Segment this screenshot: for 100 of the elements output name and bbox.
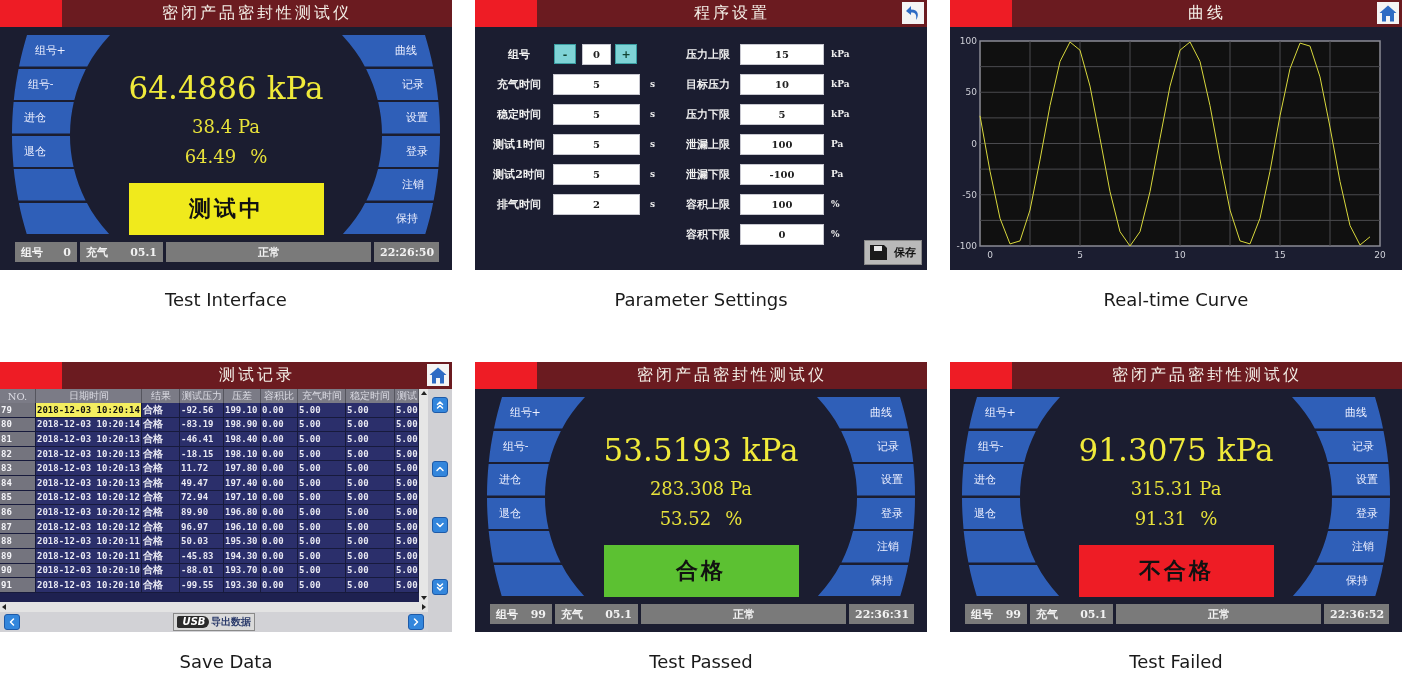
field-label: 排气时间 (496, 196, 542, 212)
header-block (0, 0, 62, 27)
field-label: 测试2时间 (492, 166, 546, 182)
pressure-value: 91.3075 kPa (1078, 431, 1274, 470)
table-cell: 89.90 (180, 505, 224, 520)
table-cell: 2018-12-03 10:20:13 (36, 432, 142, 447)
decrement-button[interactable]: - (554, 44, 576, 64)
table-cell: 5.00 (346, 461, 395, 476)
input-field[interactable]: 2 (553, 193, 640, 215)
scrollbar[interactable] (0, 602, 428, 612)
screen-title: 密闭产品密封性测试仪 (1112, 365, 1302, 386)
caption: Test Interface (165, 289, 287, 311)
table-cell: 5.00 (298, 432, 346, 447)
input-field[interactable]: -100 (740, 163, 824, 185)
table-cell: 83 (0, 461, 36, 476)
unit-label: s (650, 199, 656, 209)
scrollbar[interactable] (419, 389, 428, 602)
table-cell: 199.10 (224, 403, 261, 418)
field-label: 组号 (496, 606, 518, 622)
column-header: 压差 (224, 389, 261, 403)
difference-value: 283.308 Pa (649, 478, 753, 500)
header-block (475, 362, 537, 389)
tick-label: -100 (956, 241, 977, 251)
export-button[interactable]: USB 导出数据 (172, 613, 256, 631)
table-cell: 5.00 (298, 534, 346, 549)
unit-label: % (831, 199, 840, 209)
tick-label: 100 (959, 36, 977, 46)
scroll-down-button[interactable] (432, 517, 448, 533)
pressure-value: 53.5193 kPa (603, 431, 799, 470)
unit-label: % (831, 229, 840, 239)
field-label: 稳定时间 (496, 106, 542, 122)
input-field[interactable]: 5 (553, 103, 640, 125)
pressure-value: 64.4886 kPa (128, 69, 324, 108)
result-indicator: 测试中 (128, 183, 324, 235)
tick-label: 10 (1174, 250, 1186, 260)
status-text: 正常 (257, 244, 280, 260)
table-cell: 5.00 (346, 505, 395, 520)
back-button[interactable] (902, 2, 924, 24)
table-cell: 5.00 (346, 403, 395, 418)
screen-title: 密闭产品密封性测试仪 (162, 3, 352, 24)
field-value: 05.1 (130, 245, 157, 259)
field-label: 泄漏上限 (685, 136, 731, 152)
table-cell: 0.00 (261, 505, 298, 520)
table-cell: 5.00 (298, 505, 346, 520)
input-field[interactable]: 0 (740, 223, 824, 245)
tick-label: 50 (965, 87, 977, 98)
scroll-bottom-button[interactable] (432, 579, 448, 595)
field-label: 充气时间 (496, 76, 542, 92)
table-cell: 11.72 (180, 461, 224, 476)
tick-label: 5 (1077, 250, 1083, 260)
home-button[interactable] (1377, 2, 1399, 24)
table-cell: 5.00 (298, 461, 346, 476)
table-cell: 5.00 (298, 403, 346, 418)
column-header: 日期时间 (36, 389, 142, 403)
field-label: 目标压力 (685, 76, 731, 92)
screen-title: 密闭产品密封性测试仪 (637, 365, 827, 386)
scroll-up-button[interactable] (432, 461, 448, 477)
input-field[interactable]: 5 (553, 73, 640, 95)
ratio-unit: % (725, 508, 743, 530)
table-cell: 合格 (142, 403, 180, 418)
input-field[interactable]: 15 (740, 43, 824, 65)
next-button[interactable] (408, 614, 424, 630)
caption: Test Failed (1129, 651, 1223, 673)
field-label: 充气 (1036, 606, 1058, 622)
scroll-top-button[interactable] (432, 397, 448, 413)
input-field[interactable]: 5 (740, 103, 824, 125)
table-cell: -92.56 (180, 403, 224, 418)
home-button[interactable] (427, 364, 449, 386)
input-field[interactable]: 100 (740, 193, 824, 215)
input-field[interactable]: 5 (553, 163, 640, 185)
table-cell: 0.00 (261, 578, 298, 593)
table-cell: 2018-12-03 10:20:10 (36, 578, 142, 593)
field-label: 压力上限 (685, 46, 731, 62)
unit-label: Pa (831, 139, 844, 149)
tick-label: 15 (1274, 250, 1286, 260)
clock-time: 22:26:50 (380, 245, 435, 259)
input-field[interactable]: 0 (582, 43, 611, 65)
table-cell: 2018-12-03 10:20:12 (36, 505, 142, 520)
result-indicator: 不合格 (1078, 545, 1274, 597)
table-cell: 5.00 (346, 534, 395, 549)
increment-button[interactable]: + (615, 44, 637, 64)
field-label: 组号 (507, 46, 531, 62)
table-cell: 5.00 (395, 578, 419, 593)
save-button[interactable]: 保存 (864, 240, 922, 265)
field-label: 充气 (561, 606, 583, 622)
input-field[interactable]: 100 (740, 133, 824, 155)
field-value: 0 (63, 245, 71, 259)
field-value: 99 (1005, 607, 1021, 621)
table-cell: 193.30 (224, 578, 261, 593)
table-cell: -99.55 (180, 578, 224, 593)
tick-label: 0 (987, 250, 993, 260)
previous-button[interactable] (4, 614, 20, 630)
table-cell: 5.00 (298, 578, 346, 593)
screen-title: 测试记录 (219, 365, 295, 386)
input-field[interactable]: 10 (740, 73, 824, 95)
caption: Test Passed (649, 651, 753, 673)
table-cell: 91 (0, 578, 36, 593)
table-cell: 86 (0, 505, 36, 520)
input-field[interactable]: 5 (553, 133, 640, 155)
table-cell: 88 (0, 534, 36, 549)
